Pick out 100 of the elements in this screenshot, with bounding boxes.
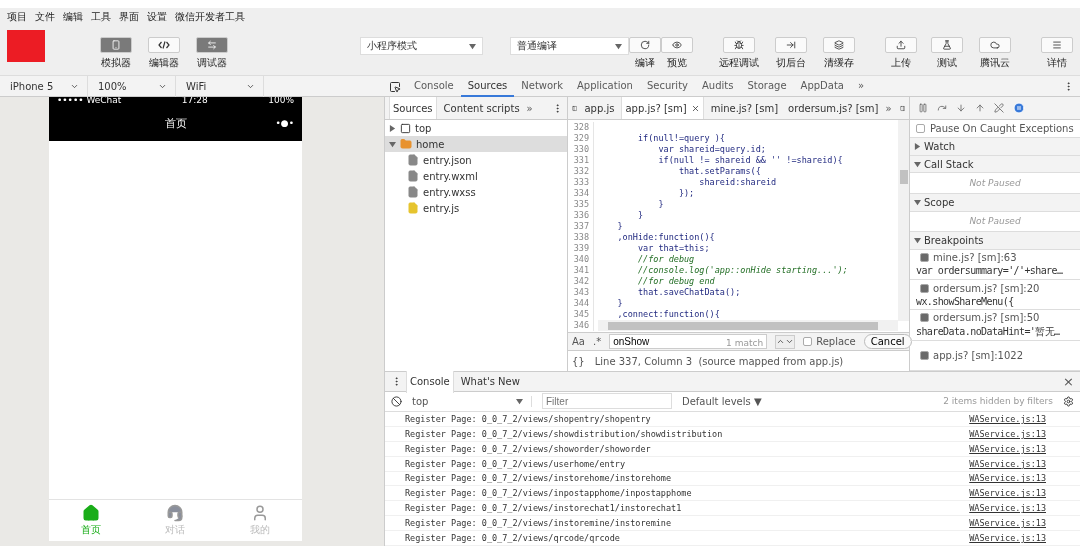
match-nav-buttons[interactable] <box>775 334 796 349</box>
menu-item[interactable]: 微信开发者工具 <box>175 10 245 24</box>
devtools-tab[interactable]: Console <box>407 76 461 97</box>
inspect-icon[interactable] <box>389 80 401 93</box>
filter-field[interactable]: Filter <box>542 393 672 410</box>
mode-select[interactable]: 小程序模式 <box>360 37 483 55</box>
step-over-icon[interactable] <box>937 102 947 113</box>
deactivate-breakpoints-icon[interactable] <box>994 102 1004 113</box>
devtools-tab[interactable]: Network <box>514 76 571 97</box>
more-tabs-button[interactable]: » <box>851 76 872 97</box>
console-message: Register Page: 0_0_7_2/views/userhome/entry <box>405 458 626 469</box>
editor-tab[interactable]: ordersum.js? [sm] <box>785 97 882 119</box>
devtools-tab[interactable]: Storage <box>740 76 794 97</box>
devtools-tab[interactable]: Application <box>570 76 640 97</box>
devtools-tab[interactable]: Audits <box>695 76 741 97</box>
scrollbar[interactable] <box>598 320 898 331</box>
refresh-button[interactable] <box>629 37 661 53</box>
menu-item[interactable]: 项目 <box>7 10 27 24</box>
close-button[interactable]: × <box>1063 375 1074 388</box>
source-link[interactable]: WAService.js:13 <box>969 533 1046 544</box>
arrow-button[interactable] <box>775 37 807 53</box>
levels-dropdown[interactable]: Default levels ▼ <box>682 395 762 407</box>
devtools-tab[interactable]: AppData <box>793 76 851 97</box>
source-link[interactable]: WAService.js:13 <box>969 413 1046 424</box>
pause-caught-checkbox[interactable] <box>916 123 925 133</box>
menu-item[interactable]: 界面 <box>119 10 139 24</box>
navigator-tab[interactable]: Content scripts <box>440 97 523 119</box>
breakpoint-checkbox[interactable] <box>920 312 929 322</box>
editor-tab[interactable]: mine.js? [sm] <box>707 97 782 119</box>
menu-item[interactable]: 编辑 <box>63 10 83 24</box>
caret-icon[interactable] <box>468 42 476 50</box>
breakpoint-item[interactable]: ordersum.js? [sm]:20 wx.showShareMenu({ <box>910 280 1080 311</box>
source-link[interactable]: WAService.js:13 <box>969 503 1046 514</box>
tree-item[interactable]: entry.wxml <box>385 168 567 184</box>
expand-arrow-icon[interactable] <box>914 160 921 168</box>
editor-tab[interactable]: app.js <box>581 97 618 119</box>
step-into-icon[interactable] <box>956 102 966 113</box>
layers-button[interactable] <box>823 37 855 53</box>
clear-console-icon[interactable] <box>391 395 402 407</box>
caret-icon[interactable] <box>615 42 622 50</box>
source-link[interactable]: WAService.js:13 <box>969 428 1046 439</box>
menu-item[interactable]: 设置 <box>147 10 167 24</box>
section-header[interactable]: Watch <box>910 138 1080 156</box>
devtools-tab[interactable]: Security <box>639 76 695 97</box>
bug-button[interactable] <box>723 37 755 53</box>
menu-button[interactable] <box>1041 37 1073 53</box>
tree-item[interactable]: home <box>385 136 567 152</box>
line-number: 335 <box>568 199 594 210</box>
view-toggle-button[interactable] <box>99 37 132 53</box>
source-link[interactable]: WAService.js:13 <box>969 443 1046 454</box>
menu-item[interactable]: 文件 <box>35 10 55 24</box>
expand-arrow-icon[interactable] <box>914 236 921 244</box>
eye-button[interactable] <box>661 37 693 53</box>
breakpoint-item[interactable]: mine.js? [sm]:63 var ordersummary='/'+share… <box>910 249 1080 280</box>
more-tabs-button[interactable]: » <box>526 102 533 114</box>
settings-icon[interactable] <box>1063 395 1074 407</box>
drawer-tab[interactable]: What's New <box>457 370 523 393</box>
source-link[interactable]: WAService.js:13 <box>969 458 1046 469</box>
upload-button[interactable] <box>885 37 917 53</box>
tree-item[interactable]: entry.js <box>385 200 567 216</box>
source-link[interactable]: WAService.js:13 <box>969 473 1046 484</box>
cancel-button[interactable]: Cancel <box>863 334 912 349</box>
expand-arrow-icon[interactable] <box>914 198 921 206</box>
match-case-button[interactable]: Aa <box>572 336 585 347</box>
pretty-print-button[interactable]: {} <box>572 355 585 367</box>
breakpoint-item[interactable]: app.js? [sm]:1022 <box>910 340 1080 371</box>
compile-select[interactable]: 普通编译 <box>510 37 629 55</box>
pause-exceptions-icon[interactable] <box>1013 101 1025 114</box>
caret-icon[interactable] <box>516 397 523 405</box>
step-out-icon[interactable] <box>975 102 985 113</box>
drawer-tab[interactable]: Console <box>406 370 454 393</box>
expand-arrow-icon[interactable] <box>914 142 921 150</box>
pause-icon[interactable] <box>918 102 928 113</box>
cloud-button[interactable] <box>979 37 1011 53</box>
editor-tab[interactable]: app.js? [sm] <box>621 97 704 119</box>
tree-item[interactable]: entry.wxss <box>385 184 567 200</box>
replace-checkbox[interactable] <box>803 337 813 346</box>
flask-button[interactable] <box>931 37 963 53</box>
breakpoint-checkbox[interactable] <box>920 350 929 360</box>
breakpoint-checkbox[interactable] <box>920 253 929 263</box>
source-link[interactable]: WAService.js:13 <box>969 488 1046 499</box>
breakpoint-item[interactable]: ordersum.js? [sm]:50 shareData.noDataHint='暂无… <box>910 310 1080 341</box>
view-toggle-button[interactable] <box>195 37 228 53</box>
close-icon[interactable] <box>690 103 700 113</box>
empty-message: Not Paused <box>910 173 1080 194</box>
menu-item[interactable]: 工具 <box>91 10 111 24</box>
navigator-tab[interactable]: Sources <box>389 97 437 119</box>
toolbar-label: 远程调试 <box>719 56 759 70</box>
tree-item[interactable]: top <box>385 120 567 136</box>
code-line: shareid:shareid <box>698 177 777 188</box>
scrollbar[interactable] <box>898 120 909 321</box>
regex-button[interactable]: .* <box>592 336 602 347</box>
more-tabs-button[interactable]: » <box>885 102 892 114</box>
view-toggle-button[interactable] <box>147 37 180 53</box>
tree-item[interactable]: entry.json <box>385 152 567 168</box>
context-select[interactable]: top <box>412 395 532 407</box>
breakpoint-checkbox[interactable] <box>920 283 929 293</box>
more-menu-button[interactable]: •●• <box>275 118 294 128</box>
source-link[interactable]: WAService.js:13 <box>969 518 1046 529</box>
section-header[interactable]: Breakpoints <box>910 232 1080 250</box>
